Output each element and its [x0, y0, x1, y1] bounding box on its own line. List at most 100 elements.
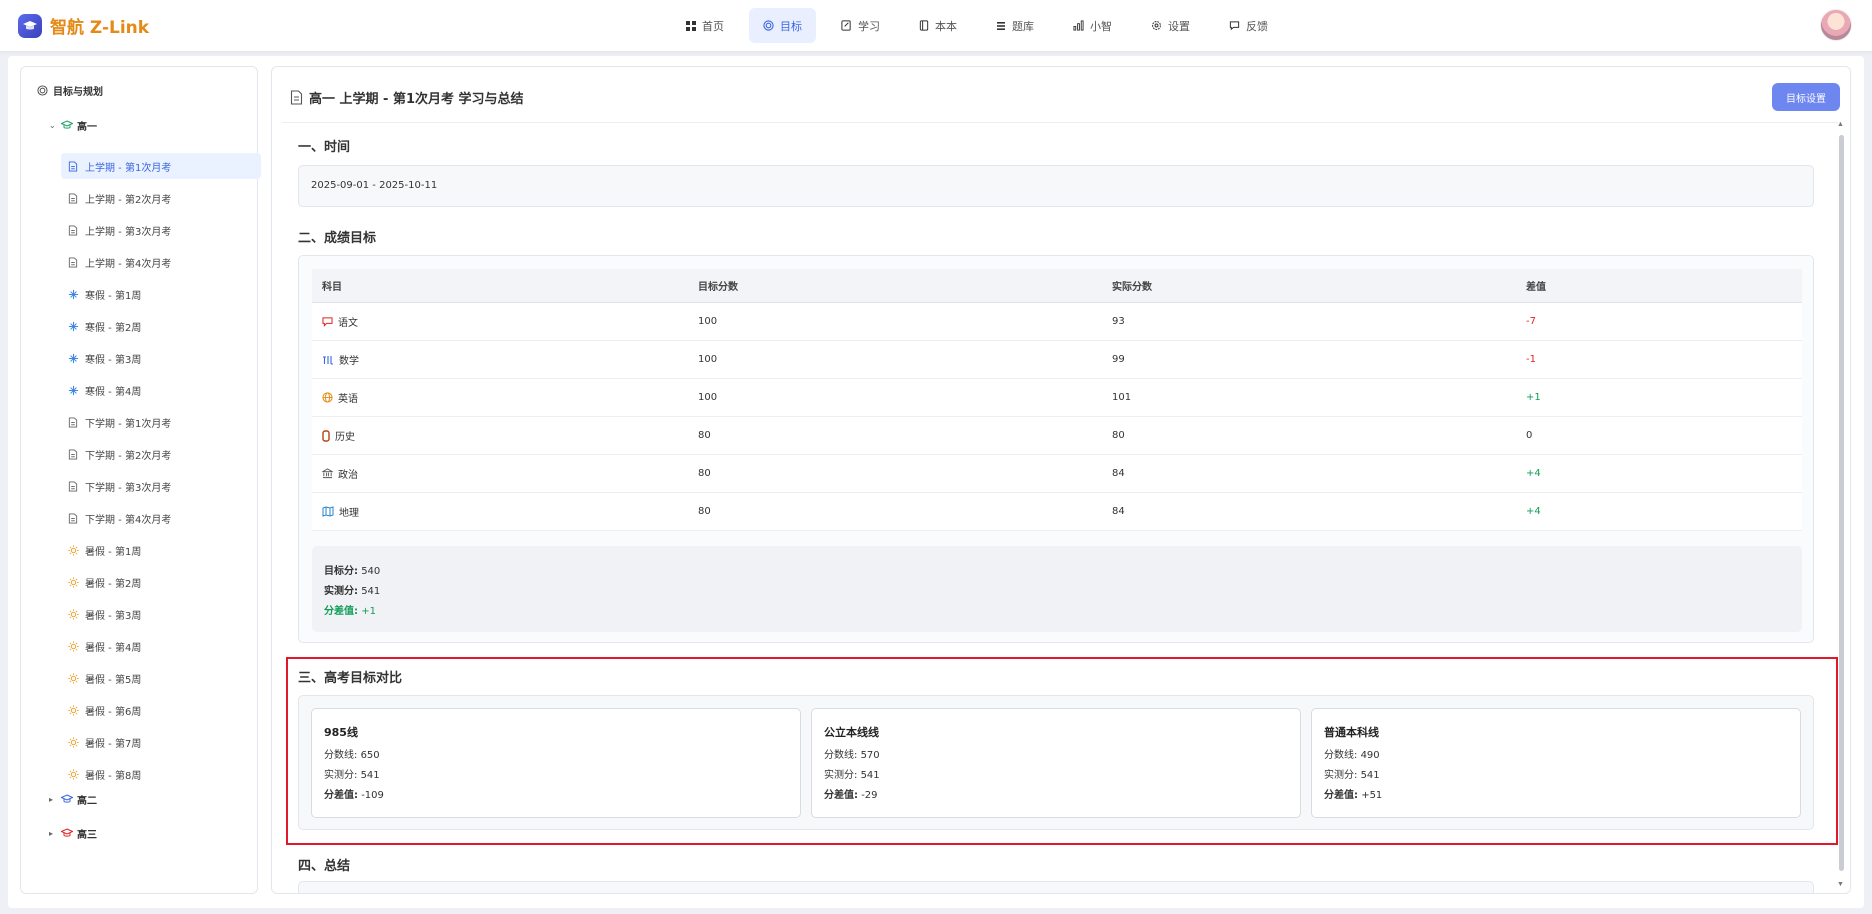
- sun-icon: [68, 704, 84, 716]
- sun-icon: [68, 544, 84, 556]
- tree-group-label: 高二: [77, 795, 97, 807]
- sidebar-item-label: 暑假 - 第8周: [85, 770, 142, 782]
- cell-subject: 数学: [312, 352, 698, 367]
- cell-actual: 84: [1112, 468, 1125, 479]
- sun-icon: [68, 768, 84, 780]
- graduation-cap-icon: [61, 120, 73, 130]
- sidebar-item[interactable]: 上学期 - 第4次月考: [61, 249, 261, 275]
- notebook-icon: [919, 20, 929, 31]
- sidebar-item-label: 寒假 - 第1周: [85, 290, 142, 302]
- nav-study[interactable]: 学习: [827, 8, 894, 43]
- document-icon: [68, 416, 84, 428]
- sun-icon: [68, 672, 84, 684]
- header-actual: 实际分数: [1112, 282, 1152, 293]
- sidebar-item[interactable]: 寒假 - 第2周: [61, 313, 261, 339]
- map-icon: [322, 506, 334, 517]
- snowflake-icon: [68, 385, 84, 396]
- actual-value: 541: [1360, 770, 1380, 781]
- app-title: 智航 Z-Link: [50, 18, 150, 38]
- summary-target: 目标分: 540: [324, 562, 1790, 582]
- document-icon: [68, 480, 84, 492]
- sidebar-item[interactable]: 上学期 - 第1次月考: [61, 153, 261, 179]
- tree-group-grade-2[interactable]: ▸ 高二: [49, 790, 97, 808]
- scroll-thumb[interactable]: [1839, 135, 1844, 871]
- table-row: 地理 80 84 +4: [312, 493, 1802, 531]
- sidebar-item[interactable]: 下学期 - 第3次月考: [61, 473, 261, 499]
- sidebar-item[interactable]: 暑假 - 第6周: [61, 697, 261, 723]
- avatar[interactable]: [1820, 9, 1852, 41]
- sidebar-item[interactable]: 下学期 - 第1次月考: [61, 409, 261, 435]
- nav-home[interactable]: 首页: [672, 8, 738, 43]
- page-title: 高一 上学期 - 第1次月考 学习与总结: [290, 88, 524, 107]
- section-score-title: 二、成绩目标: [298, 231, 377, 246]
- nav-settings[interactable]: 设置: [1137, 8, 1204, 43]
- subject-name: 英语: [338, 394, 358, 405]
- sidebar-item-label: 下学期 - 第2次月考: [85, 450, 172, 462]
- sidebar-item[interactable]: 暑假 - 第3周: [61, 601, 261, 627]
- sidebar-item[interactable]: 暑假 - 第7周: [61, 729, 261, 755]
- header-diff: 差值: [1526, 282, 1546, 293]
- compare-card-title: 985线: [324, 726, 358, 739]
- sidebar: 目标与规划 ⌄ 高一 上学期 - 第1次月考上学期 - 第2次月考上学期 - 第…: [20, 66, 261, 894]
- nav-label: 本本: [935, 19, 957, 33]
- landmark-icon: [322, 468, 333, 479]
- summary-diff: 分差值: +1: [324, 602, 1790, 622]
- sidebar-item[interactable]: 暑假 - 第2周: [61, 569, 261, 595]
- cell-actual: 93: [1112, 316, 1125, 327]
- cell-subject: 历史: [312, 428, 698, 443]
- diff-value: -29: [861, 790, 878, 801]
- sidebar-item[interactable]: 寒假 - 第1周: [61, 281, 261, 307]
- line-label: 分数线:: [1324, 750, 1358, 761]
- nav-assistant[interactable]: 小智: [1059, 8, 1126, 43]
- grid-icon: [686, 20, 696, 31]
- diff-label: 分差值:: [1324, 790, 1358, 801]
- formula-icon: [322, 355, 334, 365]
- sidebar-title-text: 目标与规划: [53, 87, 103, 98]
- sidebar-item-label: 寒假 - 第4周: [85, 386, 142, 398]
- compare-diff: 分差值: -29: [824, 786, 1288, 806]
- tree-group-grade-1[interactable]: ⌄ 高一: [49, 116, 97, 134]
- sidebar-item-label: 上学期 - 第2次月考: [85, 194, 172, 206]
- content-header: 高一 上学期 - 第1次月考 学习与总结 目标设置: [282, 67, 1842, 123]
- sidebar-item[interactable]: 寒假 - 第3周: [61, 345, 261, 371]
- sidebar-item[interactable]: 暑假 - 第8周: [61, 761, 261, 787]
- tree-group-label: 高三: [77, 829, 97, 841]
- sidebar-item[interactable]: 下学期 - 第2次月考: [61, 441, 261, 467]
- scrollbar[interactable]: ▲ ▼: [1837, 121, 1845, 888]
- subject-name: 语文: [338, 318, 358, 329]
- compare-card: 普通本科线 分数线: 490 实测分: 541 分差值: +51: [1311, 708, 1801, 818]
- sidebar-item[interactable]: 上学期 - 第2次月考: [61, 185, 261, 211]
- nav-question-bank[interactable]: 题库: [982, 8, 1048, 43]
- list-icon: [996, 21, 1006, 31]
- cell-diff: -1: [1526, 354, 1536, 365]
- cell-target: 100: [698, 392, 718, 403]
- graduation-cap-icon: [61, 828, 73, 838]
- score-goal-panel: 科目 目标分数 实际分数 差值 语文 100 93 -7 数学 100 99 -1 英语 100 1…: [298, 255, 1814, 643]
- sidebar-item-label: 暑假 - 第3周: [85, 610, 142, 622]
- sidebar-item[interactable]: 暑假 - 第1周: [61, 537, 261, 563]
- table-row: 政治 80 84 +4: [312, 455, 1802, 493]
- sidebar-item[interactable]: 寒假 - 第4周: [61, 377, 261, 403]
- nav-goal[interactable]: 目标: [749, 8, 816, 43]
- line-label: 分数线:: [324, 750, 358, 761]
- sidebar-item[interactable]: 下学期 - 第4次月考: [61, 505, 261, 531]
- scroll-up-icon[interactable]: ▲: [1837, 121, 1844, 128]
- table-body: 语文 100 93 -7 数学 100 99 -1 英语 100 101 +1 历史 80 80 0 政治 80 8…: [312, 303, 1802, 531]
- goal-settings-button[interactable]: 目标设置: [1772, 83, 1840, 111]
- header-target: 目标分数: [698, 282, 738, 293]
- nav-feedback[interactable]: 反馈: [1215, 8, 1282, 43]
- cell-target: 80: [698, 506, 711, 517]
- tree-group-label: 高一: [77, 121, 97, 133]
- subject-name: 地理: [339, 508, 359, 519]
- nav-notebook[interactable]: 本本: [905, 8, 971, 43]
- sidebar-item[interactable]: 暑假 - 第5周: [61, 665, 261, 691]
- sidebar-item-label: 寒假 - 第2周: [85, 322, 142, 334]
- score-table: 科目 目标分数 实际分数 差值 语文 100 93 -7 数学 100 99 -1 英语 100 1…: [312, 269, 1802, 531]
- tree-group-grade-3[interactable]: ▸ 高三: [49, 824, 97, 842]
- app-logo[interactable]: 智航 Z-Link: [18, 13, 149, 38]
- sidebar-item[interactable]: 暑假 - 第4周: [61, 633, 261, 659]
- sidebar-item[interactable]: 上学期 - 第3次月考: [61, 217, 261, 243]
- section-summary-title: 四、总结: [298, 859, 351, 874]
- compare-diff: 分差值: -109: [324, 786, 788, 806]
- scroll-down-icon[interactable]: ▼: [1837, 881, 1844, 888]
